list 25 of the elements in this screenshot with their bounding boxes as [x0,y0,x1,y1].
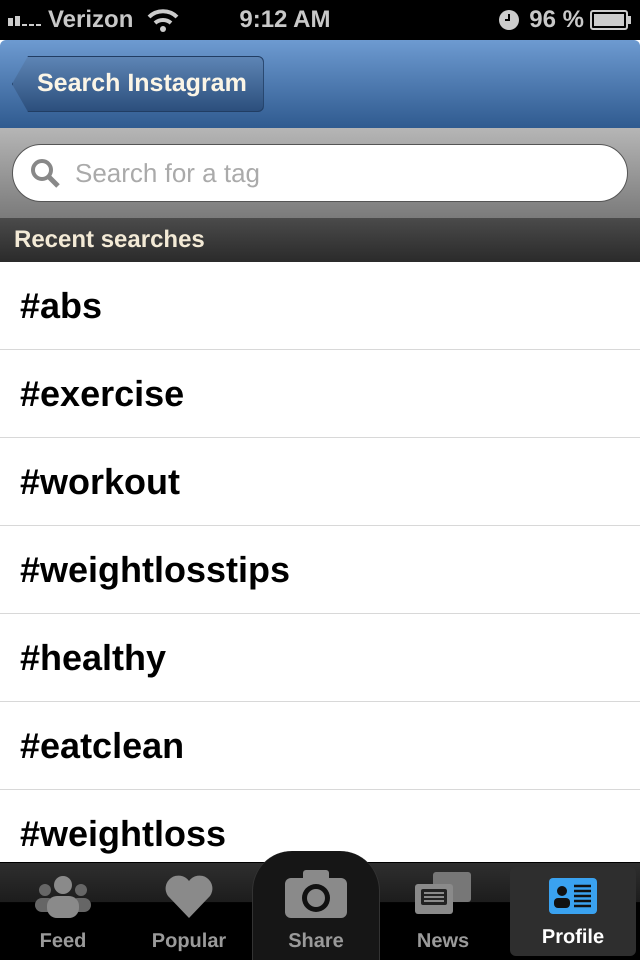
carrier-name: Verizon [48,5,134,35]
back-button[interactable]: Search Instagram [12,56,264,112]
recent-search-item[interactable]: #workout [0,438,640,526]
recent-search-item[interactable]: #healthy [0,614,640,702]
camera-icon [285,870,347,918]
search-icon [30,158,60,188]
recent-search-item[interactable]: #eatclean [0,702,640,790]
clock-icon [499,10,520,30]
tab[interactable]: Share [252,851,380,960]
recent-search-item[interactable]: #exercise [0,350,640,438]
signal-icon [8,14,44,26]
tab[interactable]: Profile [510,867,636,956]
recent-search-item[interactable]: #abs [0,262,640,350]
search-field[interactable]: Search for a tag [12,144,628,202]
profile-card-icon [549,878,597,914]
battery-icon [590,10,632,30]
section-title: Recent searches [14,225,205,255]
tab[interactable]: Popular [126,863,252,960]
tab[interactable]: News [380,863,506,960]
wifi-icon [147,8,180,32]
tab[interactable]: Feed [0,863,126,960]
clock-time: 9:12 AM [239,5,330,35]
recent-search-item[interactable]: #weightlosstips [0,526,640,614]
heart-icon [164,874,214,918]
battery-percent: 96 % [529,5,584,35]
